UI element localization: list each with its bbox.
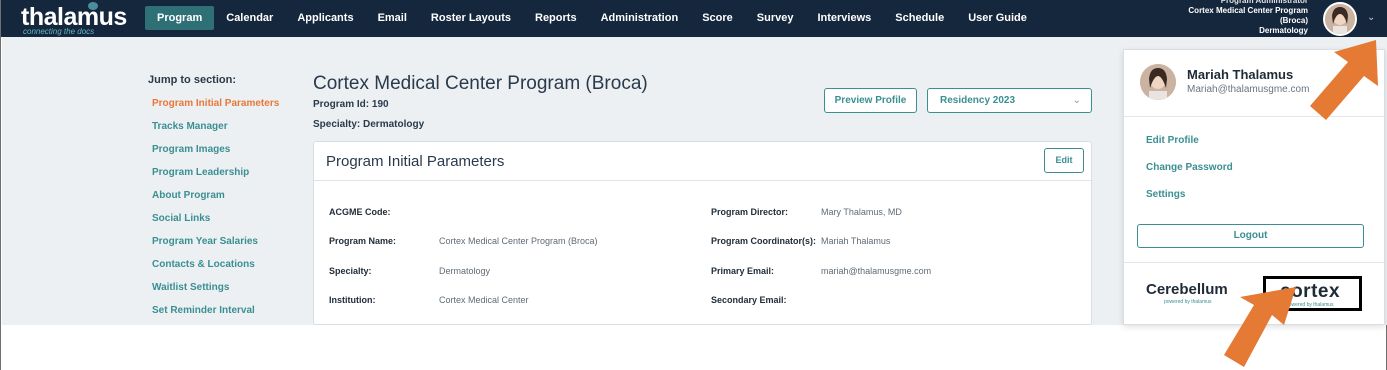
field-label-coordinator: Program Coordinator(s): — [711, 236, 817, 246]
app-logo[interactable]: thalamus — [21, 5, 127, 30]
dropdown-user-email: Mariah@thalamusgme.com — [1187, 84, 1310, 95]
card-header: Program Initial Parameters Edit — [314, 142, 1091, 181]
user-role: Program Administrator — [1220, 0, 1308, 5]
annotation-arrow-icon — [1224, 287, 1296, 367]
nav-item-roster-layouts[interactable]: Roster Layouts — [419, 6, 523, 30]
nav-item-user-guide[interactable]: User Guide — [956, 6, 1039, 30]
avatar[interactable] — [1323, 2, 1357, 36]
program-id: Program Id: 190 — [313, 99, 389, 110]
field-value-coordinator: Mariah Thalamus — [821, 236, 891, 246]
section-link-program-leadership[interactable]: Program Leadership — [152, 167, 279, 190]
preview-profile-button[interactable]: Preview Profile — [824, 88, 917, 113]
main-nav: Program Calendar Applicants Email Roster… — [145, 6, 1039, 30]
section-link-year-salaries[interactable]: Program Year Salaries — [152, 236, 279, 259]
annotation-arrow-icon — [1310, 40, 1378, 120]
change-password-link[interactable]: Change Password — [1146, 162, 1233, 173]
field-value-director: Mary Thalamus, MD — [821, 207, 902, 217]
field-label-specialty: Specialty: — [329, 266, 372, 276]
field-label-secondary-email: Secondary Email: — [711, 295, 787, 305]
nav-item-interviews[interactable]: Interviews — [805, 6, 883, 30]
user-info[interactable]: Program Administrator Cortex Medical Cen… — [1188, 0, 1308, 36]
section-link-waitlist-settings[interactable]: Waitlist Settings — [152, 282, 279, 305]
app-tagline: connecting the docs — [23, 27, 95, 36]
page-title: Cortex Medical Center Program (Broca) — [313, 73, 648, 94]
field-label-primary-email: Primary Email: — [711, 266, 775, 276]
user-program: Cortex Medical Center Program — [1188, 6, 1308, 15]
avatar — [1140, 64, 1176, 100]
section-link-social-links[interactable]: Social Links — [152, 213, 279, 236]
divider — [1124, 262, 1384, 263]
field-label-program-name: Program Name: — [329, 236, 397, 246]
field-value-program-name: Cortex Medical Center Program (Broca) — [439, 236, 598, 246]
field-value-specialty: Dermatology — [439, 266, 491, 276]
edit-profile-link[interactable]: Edit Profile — [1146, 135, 1199, 146]
field-value-institution: Cortex Medical Center — [439, 295, 529, 305]
nav-item-applicants[interactable]: Applicants — [285, 6, 365, 30]
program-specialty: Specialty: Dermatology — [313, 119, 425, 130]
section-link-reminder-interval[interactable]: Set Reminder Interval — [152, 305, 279, 328]
section-nav: Program Initial Parameters Tracks Manage… — [152, 98, 279, 328]
nav-item-reports[interactable]: Reports — [523, 6, 589, 30]
dropdown-user-name: Mariah Thalamus — [1187, 67, 1294, 82]
section-link-about-program[interactable]: About Program — [152, 190, 279, 213]
app-frame: thalamus connecting the docs Program Cal… — [0, 0, 1387, 370]
chevron-down-icon: ⌄ — [1072, 95, 1081, 106]
nav-item-survey[interactable]: Survey — [745, 6, 806, 30]
nav-item-calendar[interactable]: Calendar — [214, 6, 285, 30]
jump-to-section-title: Jump to section: — [148, 74, 237, 86]
field-label-acgme: ACGME Code: — [329, 207, 391, 217]
field-label-institution: Institution: — [329, 295, 376, 305]
field-label-director: Program Director: — [711, 207, 789, 217]
initial-parameters-card: Program Initial Parameters Edit ACGME Co… — [313, 141, 1092, 325]
nav-item-schedule[interactable]: Schedule — [883, 6, 956, 30]
nav-item-program[interactable]: Program — [145, 6, 215, 30]
settings-link[interactable]: Settings — [1146, 189, 1185, 200]
card-title: Program Initial Parameters — [326, 153, 505, 170]
top-navbar: thalamus connecting the docs Program Cal… — [1, 0, 1387, 37]
season-select-value: Residency 2023 — [940, 95, 1016, 106]
nav-item-email[interactable]: Email — [366, 6, 419, 30]
chevron-down-icon[interactable]: ⌄ — [1367, 12, 1375, 23]
cerebellum-tagline: powered by thalamus — [1164, 299, 1212, 305]
edit-button[interactable]: Edit — [1044, 148, 1084, 173]
logout-button[interactable]: Logout — [1137, 224, 1364, 248]
section-link-tracks-manager[interactable]: Tracks Manager — [152, 121, 279, 144]
section-link-program-images[interactable]: Program Images — [152, 144, 279, 167]
section-link-initial-parameters[interactable]: Program Initial Parameters — [152, 98, 279, 121]
nav-item-score[interactable]: Score — [690, 6, 745, 30]
field-value-primary-email: mariah@thalamusgme.com — [821, 266, 932, 276]
section-link-contacts-locations[interactable]: Contacts & Locations — [152, 259, 279, 282]
user-program-sub: (Broca) — [1279, 16, 1308, 25]
nav-item-administration[interactable]: Administration — [589, 6, 691, 30]
user-specialty: Dermatology — [1259, 26, 1308, 35]
season-select[interactable]: Residency 2023 ⌄ — [927, 88, 1092, 113]
